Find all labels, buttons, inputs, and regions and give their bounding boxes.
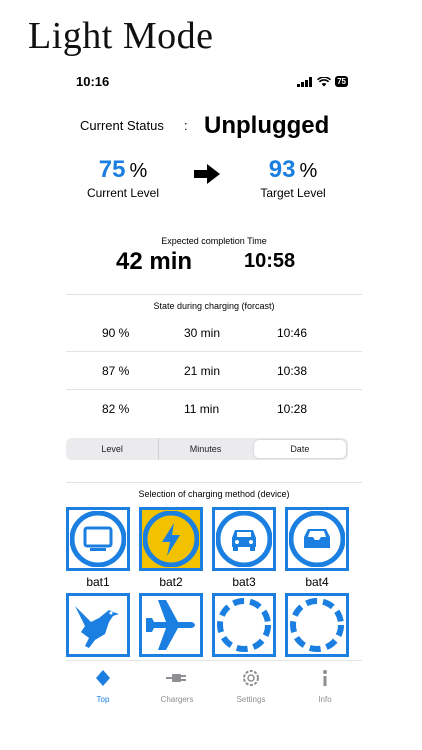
- bird-icon: [75, 606, 119, 648]
- dashed-ring-icon: [290, 598, 344, 652]
- info-icon: [323, 670, 327, 686]
- target-level-label: Target Level: [260, 186, 326, 200]
- wifi-icon: [317, 76, 332, 86]
- forecast-title: State during charging (forcast): [66, 294, 362, 314]
- charging-method-section: Selection of charging method (device) ba…: [66, 482, 362, 675]
- forecast-level: 87 %: [102, 364, 130, 378]
- charging-method-title: Selection of charging method (device): [138, 489, 290, 499]
- segment-minutes[interactable]: Minutes: [159, 438, 251, 460]
- tab-top[interactable]: Top: [66, 661, 140, 714]
- screen-caption: Light Mode: [28, 15, 214, 57]
- device-name: bat4: [305, 575, 329, 589]
- forecast-level: 82 %: [102, 402, 130, 416]
- device-slot-empty[interactable]: [285, 593, 349, 657]
- segment-date[interactable]: Date: [253, 440, 346, 458]
- phone-screen: 10:16 75 Current Status : Unplugged 75% …: [66, 64, 362, 714]
- device-grid: bat1 bat2 bat3 bat4: [66, 501, 362, 675]
- airplane-icon: [146, 600, 195, 650]
- tab-chargers[interactable]: Chargers: [140, 661, 214, 714]
- current-level-value: 75: [98, 156, 126, 183]
- arrow-right-icon: [194, 164, 220, 184]
- forecast-time: 10:38: [277, 364, 308, 378]
- device-bat2[interactable]: bat2: [139, 507, 203, 589]
- plug-icon: [166, 674, 186, 682]
- device-name: bat1: [86, 575, 110, 589]
- current-status-value: Unplugged: [204, 112, 330, 139]
- forecast-time: 10:28: [277, 402, 308, 416]
- target-level-unit: %: [299, 160, 318, 182]
- signal-icon: [297, 76, 313, 87]
- lightning-icon: [143, 511, 199, 567]
- tab-bar: Top Chargers Settings Info: [66, 660, 362, 714]
- gear-icon: [243, 670, 259, 686]
- battery-indicator: 75: [335, 76, 348, 87]
- expected-time: 10:58: [244, 250, 296, 272]
- monitor-icon: [70, 511, 126, 567]
- status-icons: 75: [297, 76, 348, 87]
- device-bat4[interactable]: bat4: [285, 507, 349, 589]
- target-level-value: 93: [268, 156, 296, 183]
- table-row: 90 % 30 min 10:46: [66, 314, 362, 352]
- tab-label: Chargers: [160, 695, 194, 704]
- levels-row: 75% Current Level 93% Target Level: [66, 156, 362, 212]
- tab-label: Top: [96, 695, 110, 704]
- current-level-unit: %: [129, 160, 148, 182]
- diamond-icon: [96, 670, 110, 686]
- forecast-minutes: 21 min: [184, 364, 221, 378]
- car-icon: [216, 511, 272, 567]
- device-name: bat2: [159, 575, 183, 589]
- table-row: 82 % 11 min 10:28: [66, 390, 362, 428]
- current-level-label: Current Level: [86, 186, 160, 200]
- tab-info[interactable]: Info: [288, 661, 362, 714]
- target-level[interactable]: 93% Target Level: [238, 156, 348, 200]
- tab-label: Info: [318, 695, 332, 704]
- device-bat1[interactable]: bat1: [66, 507, 130, 589]
- current-status-row: Current Status : Unplugged: [80, 108, 348, 144]
- current-status-label: Current Status: [80, 118, 164, 133]
- device-slot-empty[interactable]: [212, 593, 276, 657]
- forecast-table: State during charging (forcast) 90 % 30 …: [66, 294, 362, 428]
- forecast-minutes: 11 min: [184, 402, 220, 416]
- current-level: 75% Current Level: [68, 156, 178, 200]
- segment-level[interactable]: Level: [66, 438, 160, 460]
- forecast-time: 10:46: [277, 326, 308, 340]
- table-row: 87 % 21 min 10:38: [66, 352, 362, 390]
- forecast-level: 90 %: [102, 326, 130, 340]
- tab-label: Settings: [236, 695, 266, 704]
- device-bat3[interactable]: bat3: [212, 507, 276, 589]
- tray-icon: [289, 511, 345, 567]
- expected-completion-label: Expected completion Time: [161, 236, 267, 246]
- expected-duration: 42 min: [116, 248, 193, 275]
- status-time: 10:16: [76, 74, 110, 89]
- expected-completion: Expected completion Time 42 min 10:58: [66, 236, 362, 278]
- dashed-ring-icon: [217, 598, 271, 652]
- current-status-colon: :: [184, 118, 188, 133]
- forecast-minutes: 30 min: [184, 326, 221, 340]
- status-bar: 10:16 75: [66, 74, 362, 94]
- device-name: bat3: [232, 575, 256, 589]
- forecast-mode-segmented-control: Level Minutes Date: [66, 438, 348, 460]
- tab-settings[interactable]: Settings: [214, 661, 288, 714]
